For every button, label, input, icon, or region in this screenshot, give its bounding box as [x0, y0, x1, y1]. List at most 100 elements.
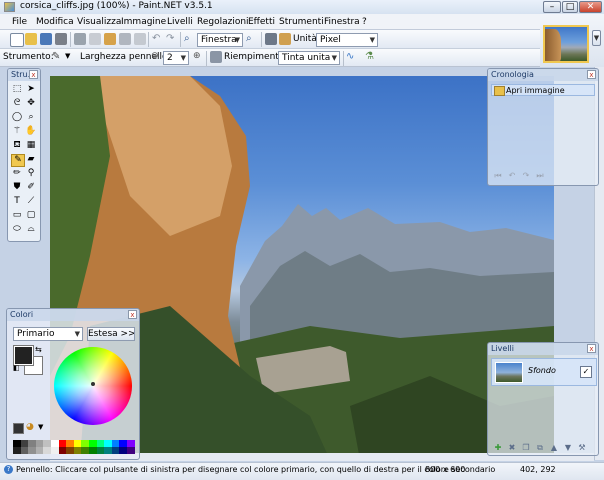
palette-swatch[interactable]	[13, 440, 21, 447]
palette-swatch[interactable]	[73, 447, 82, 454]
line-curve-icon[interactable]: ⟋	[25, 196, 37, 207]
move-layer-up-icon[interactable]: ▲	[549, 443, 559, 452]
palette-menu-icon[interactable]: ◕	[26, 422, 34, 432]
move-selection-icon[interactable]: ➤	[25, 84, 37, 95]
layer-visibility-checkbox[interactable]: ✓	[580, 366, 592, 378]
close-button[interactable]: ✕	[579, 1, 602, 13]
chevron-down-icon[interactable]: ▼	[65, 52, 70, 60]
grid-icon[interactable]	[265, 33, 277, 45]
palette-swatch[interactable]	[58, 440, 67, 447]
menu-immagine[interactable]: Immagine	[121, 17, 166, 27]
layer-properties-icon[interactable]: ⚒	[577, 443, 587, 452]
palette-swatch[interactable]	[50, 440, 59, 447]
text-icon[interactable]: T	[11, 196, 23, 207]
crop-icon[interactable]	[119, 33, 131, 45]
zoom-icon[interactable]: ⌕	[25, 112, 37, 123]
duplicate-layer-icon[interactable]: ❐	[521, 443, 531, 452]
palette-swatch[interactable]	[126, 447, 135, 454]
menu-finestra[interactable]: Finestra	[324, 17, 360, 27]
undo-icon[interactable]: ↶	[152, 33, 164, 45]
magic-wand-icon[interactable]: ⚚	[11, 126, 23, 137]
paint-bucket-icon[interactable]: ⛾	[11, 140, 23, 151]
palette-small-swatch[interactable]	[13, 423, 24, 434]
palette-swatch[interactable]	[13, 447, 21, 454]
palette-swatch[interactable]	[119, 440, 127, 447]
primary-color-swatch[interactable]	[14, 346, 33, 365]
menu-modifica[interactable]: Modifica	[36, 17, 74, 27]
history-item[interactable]: Apri immagine	[491, 84, 595, 96]
ruler-icon[interactable]	[279, 33, 291, 45]
maximize-button[interactable]: □	[562, 1, 578, 13]
rounded-rectangle-icon[interactable]: ▢	[25, 210, 37, 221]
paste-icon[interactable]	[104, 33, 116, 45]
palette-swatch[interactable]	[66, 447, 74, 454]
palette-swatch[interactable]	[28, 447, 36, 454]
palette-swatch[interactable]	[96, 447, 105, 454]
zoom-out-icon[interactable]: ⌕	[184, 33, 196, 45]
blend-mode-icon[interactable]: ⚗	[365, 51, 377, 63]
palette-swatch[interactable]	[104, 447, 112, 454]
increase-width-icon[interactable]: ⊕	[193, 51, 201, 61]
ellipse-shape-icon[interactable]: ⬭	[11, 224, 23, 235]
rewind-icon[interactable]: ⏮	[493, 171, 503, 180]
close-icon[interactable]: x	[587, 344, 596, 353]
minimize-button[interactable]: –	[543, 1, 561, 13]
move-pixels-icon[interactable]: ✥	[25, 98, 37, 109]
print-icon[interactable]	[55, 33, 67, 45]
ellipse-select-icon[interactable]: ◯	[11, 112, 23, 123]
color-mode-combo[interactable]: Primario ▼	[13, 327, 83, 341]
paintbrush-icon[interactable]: ✎	[11, 154, 25, 167]
palette-swatch[interactable]	[81, 447, 89, 454]
palette-swatch[interactable]	[96, 440, 105, 447]
zoom-in-icon[interactable]: ⌕	[246, 33, 258, 45]
paintbrush-icon[interactable]: ✎	[52, 51, 64, 63]
menu-file[interactable]: File	[12, 17, 27, 27]
recolor-icon[interactable]: ✐	[25, 182, 37, 193]
merge-layer-icon[interactable]: ⧉	[535, 443, 545, 452]
brush-width-combo[interactable]: 2 ▼	[163, 51, 189, 65]
expand-colors-button[interactable]: Estesa >>	[87, 327, 135, 341]
rectangle-shape-icon[interactable]: ▭	[11, 210, 23, 221]
palette-swatch[interactable]	[43, 447, 51, 454]
antialias-icon[interactable]	[210, 51, 222, 63]
palette-swatch[interactable]	[126, 440, 135, 447]
units-combo[interactable]: Pixel ▼	[316, 33, 378, 47]
add-layer-icon[interactable]: ✚	[493, 443, 503, 452]
new-file-icon[interactable]	[10, 33, 24, 47]
rectangle-select-icon[interactable]: ⬚	[11, 84, 23, 95]
palette-swatch[interactable]	[28, 440, 36, 447]
palette-swatch[interactable]	[20, 440, 29, 447]
palette-swatch[interactable]	[88, 447, 97, 454]
eraser-icon[interactable]: ▰	[25, 154, 37, 165]
menu-visualizza[interactable]: Visualizza	[77, 17, 121, 27]
cut-icon[interactable]	[74, 33, 86, 45]
redo-icon[interactable]: ↷	[166, 33, 178, 45]
freeform-shape-icon[interactable]: ⌓	[25, 224, 37, 235]
menu-livelli[interactable]: Livelli	[167, 17, 193, 27]
chevron-down-icon[interactable]: ▼	[592, 30, 601, 46]
palette-swatch[interactable]	[50, 447, 59, 454]
menu-regolazioni[interactable]: Regolazioni	[197, 17, 249, 27]
palette-swatch[interactable]	[111, 447, 120, 454]
palette-swatch[interactable]	[20, 447, 29, 454]
zoom-combo[interactable]: Finestra ▼	[197, 33, 243, 47]
menu-help[interactable]: ?	[362, 17, 367, 27]
palette-swatch[interactable]	[58, 447, 67, 454]
close-icon[interactable]: x	[587, 70, 596, 79]
antialiasing-curve-icon[interactable]: ∿	[346, 51, 358, 63]
fast-forward-icon[interactable]: ⏭	[535, 171, 545, 180]
menu-strumenti[interactable]: Strumenti	[279, 17, 324, 27]
palette-swatch[interactable]	[66, 440, 74, 447]
layer-row[interactable]: Sfondo ✓	[491, 358, 597, 386]
deselect-icon[interactable]	[134, 33, 146, 45]
palette-swatch[interactable]	[43, 440, 51, 447]
palette-swatch[interactable]	[119, 447, 127, 454]
palette-swatch[interactable]	[35, 440, 44, 447]
palette-swatch[interactable]	[111, 440, 120, 447]
clone-stamp-icon[interactable]: ⛊	[11, 182, 23, 193]
pencil-icon[interactable]: ✏	[11, 168, 23, 179]
pan-hand-icon[interactable]: ✋	[25, 126, 37, 137]
color-palette[interactable]	[13, 440, 135, 454]
undo-icon[interactable]: ↶	[507, 171, 517, 180]
menu-effetti[interactable]: Effetti	[248, 17, 275, 27]
